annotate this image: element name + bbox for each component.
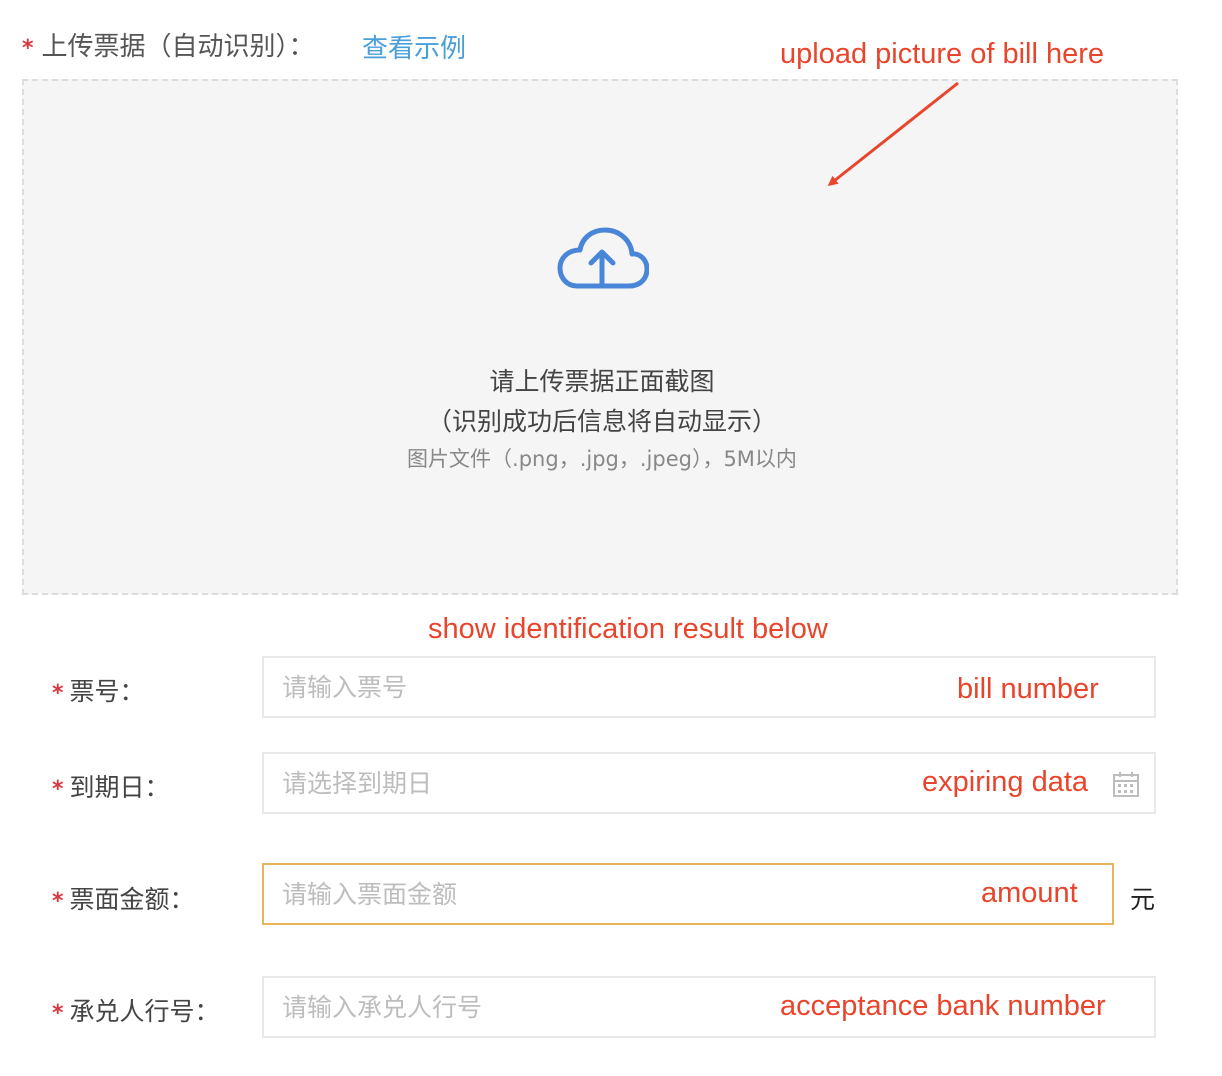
result-annotation: show identification result below [428,613,828,645]
due-date-label: * 到期日： [52,768,170,804]
upload-prompt-sub: （识别成功后信息将自动显示） [426,407,777,436]
required-mark: * [52,889,64,914]
bill-number-annotation: bill number [957,673,1099,705]
amount-annotation: amount [981,877,1078,909]
upload-file-hint: 图片文件（.png，.jpg，.jpeg），5M以内 [407,447,797,471]
acceptor-bank-label-text: 承兑人行号： [69,997,220,1026]
bill-number-label: * 票号： [52,672,145,708]
arrow-upload [827,81,959,186]
required-mark: * [52,1001,64,1026]
due-date-label-text: 到期日： [69,773,170,802]
bill-number-label-text: 票号： [69,677,145,706]
expiring-annotation: expiring data [922,766,1089,798]
calendar-icon[interactable] [1112,770,1140,802]
amount-label-text: 票面金额： [69,885,195,914]
currency-unit: 元 [1130,885,1156,914]
cloud-upload-icon[interactable] [555,224,650,298]
acceptance-annotation: acceptance bank number [780,990,1106,1022]
amount-label: * 票面金额： [52,880,195,916]
required-mark: * [52,777,64,802]
upload-prompt: 请上传票据正面截图 [489,367,715,396]
required-mark: * [52,681,64,706]
acceptor-bank-label: * 承兑人行号： [52,992,220,1028]
